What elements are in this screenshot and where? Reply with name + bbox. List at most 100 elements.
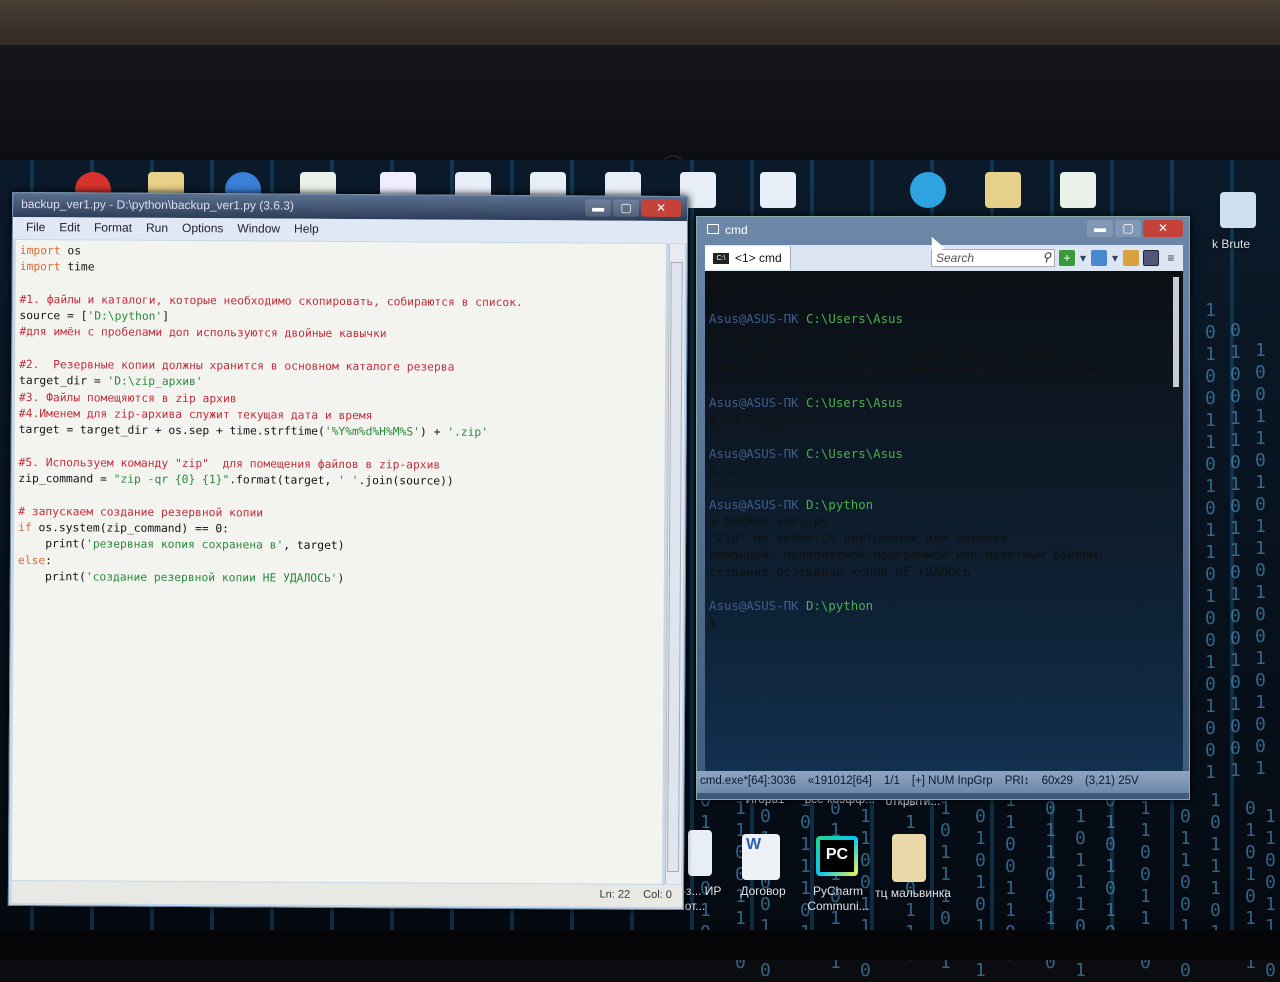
- code-token: '%Y%m%d%H%M%S': [324, 425, 421, 439]
- image-file-icon[interactable]: [1220, 192, 1256, 228]
- desktop-icon-label[interactable]: k Brute: [1196, 237, 1266, 252]
- code-token: zip_command =: [18, 472, 114, 486]
- code-token: $ D:: [709, 462, 739, 478]
- menu-format[interactable]: Format: [87, 220, 139, 236]
- code-line: Asus@ASUS-ПК D:\python: [709, 497, 1179, 514]
- code-line: "zip" не является внутренней или внешней: [709, 530, 1179, 547]
- code-token: D:\python: [805, 597, 874, 613]
- binary-column: 1010011010110100101001: [1205, 300, 1216, 783]
- code-line: командой, исполняемой программой или пак…: [709, 547, 1179, 564]
- code-token: source = [: [19, 309, 88, 323]
- console-scrollbar[interactable]: [1173, 277, 1179, 387]
- code-line: $ cd D:\python: [709, 412, 1179, 429]
- idle-editor-window: backup_ver1.py - D:\python\backup_ver1.p…: [7, 191, 689, 911]
- window-title: cmd: [725, 223, 748, 237]
- code-token: создание резервной копии НЕ УДАЛОСЬ: [709, 564, 971, 580]
- code-line: $ zip_command: [709, 328, 1179, 345]
- maximize-button[interactable]: ▢: [1115, 220, 1141, 237]
- code-token: :: [45, 553, 53, 567]
- menu-edit[interactable]: Edit: [52, 220, 87, 236]
- code-token: Microsoft Windows [Version 6.1.7601]: [709, 277, 978, 292]
- tab-label: <1> cmd: [735, 251, 782, 265]
- code-token: import: [19, 243, 61, 258]
- status-field: (3,21) 25V: [1084, 775, 1139, 787]
- column-number: Col: 0: [643, 888, 672, 901]
- status-field: 1/1: [883, 775, 900, 787]
- folder-icon[interactable]: [892, 834, 926, 882]
- code-line: командой, исполняемой программой или пак…: [709, 361, 1179, 378]
- code-token: target_dir =: [18, 374, 108, 388]
- code-token: "zip -qr {0} {1}": [113, 472, 230, 487]
- minimize-button[interactable]: ▬: [1087, 220, 1113, 237]
- code-token: if: [18, 521, 32, 535]
- code-token: $: [709, 614, 717, 630]
- split-view-icon[interactable]: [1143, 250, 1159, 266]
- chevron-down-icon[interactable]: ▾: [1111, 250, 1119, 266]
- line-number: Ln: 22: [599, 888, 631, 901]
- lock-icon[interactable]: [1123, 250, 1139, 266]
- code-token: #3. Файлы помещяются в zip архив: [18, 390, 237, 405]
- excel-file-icon[interactable]: [1060, 172, 1096, 208]
- code-token: 'создание резервной копии НЕ УДАЛОСЬ': [85, 570, 338, 585]
- code-token: #для имён с пробелами доп используются д…: [19, 325, 387, 341]
- word-file-icon[interactable]: [760, 172, 796, 208]
- console-window: cmd ▬ ▢ ✕ C:\ <1> cmd Search ⚲ + ▾ ▾ ≡ Mic…: [696, 216, 1190, 800]
- code-line: $ D:: [709, 463, 1179, 480]
- code-editor[interactable]: import os import time #1. файлы и каталоги…: [11, 239, 666, 884]
- code-token: time: [60, 260, 95, 274]
- status-field: PRI↕: [1004, 775, 1030, 787]
- code-token: .format(target,: [229, 473, 339, 488]
- menu-options[interactable]: Options: [175, 221, 230, 237]
- code-line: создание резервной копии НЕ УДАЛОСЬ: [709, 564, 1179, 581]
- code-line: Asus@ASUS-ПК C:\Users\Asus: [709, 395, 1179, 412]
- menu-window[interactable]: Window: [230, 221, 287, 237]
- code-token: Asus@ASUS-ПК: [709, 310, 806, 326]
- window-icon[interactable]: [1091, 250, 1107, 266]
- maximize-button[interactable]: ▢: [613, 199, 640, 217]
- pycharm-badge: PC: [820, 840, 854, 872]
- code-token: ]: [162, 310, 170, 324]
- menu-run[interactable]: Run: [139, 221, 175, 237]
- code-token: .join(source)): [358, 474, 454, 488]
- status-bar: Ln: 22 Col: 0: [11, 880, 682, 908]
- excel-file-icon[interactable]: [688, 830, 712, 876]
- status-field: «191012[64]: [807, 775, 872, 787]
- code-token: C:\Users\Asus: [805, 445, 903, 461]
- new-console-icon[interactable]: +: [1059, 250, 1075, 266]
- close-button[interactable]: ✕: [1143, 220, 1183, 237]
- code-line: Asus@ASUS-ПК C:\Users\Asus: [709, 446, 1179, 463]
- code-token: командой, исполняемой программой или пак…: [709, 361, 1105, 377]
- code-token: ' ': [338, 474, 359, 488]
- search-input[interactable]: Search ⚲: [931, 249, 1055, 267]
- code-token: #1. файлы и каталоги, которые необходимо…: [19, 292, 523, 309]
- desktop-icon-label[interactable]: тц мальвинка: [868, 886, 958, 901]
- minimize-button[interactable]: ▬: [585, 199, 612, 217]
- code-line: $ backup_ver1.py: [709, 513, 1179, 530]
- console-output[interactable]: Microsoft Windows [Version 6.1.7601] Asus…: [705, 271, 1183, 771]
- binary-column: 010011010110100101001: [1230, 320, 1241, 781]
- chevron-down-icon[interactable]: ▾: [1079, 250, 1087, 266]
- code-token: 'D:\python': [87, 309, 163, 324]
- code-token: Asus@ASUS-ПК: [709, 445, 806, 461]
- tab-bar: C:\ <1> cmd Search ⚲ + ▾ ▾ ≡: [705, 245, 1183, 271]
- word-file-icon[interactable]: W: [742, 834, 780, 880]
- code-line: "zip_command" не является внутренней или…: [709, 345, 1179, 362]
- tab-cmd[interactable]: C:\ <1> cmd: [705, 246, 791, 270]
- folder-icon[interactable]: [985, 172, 1021, 208]
- hamburger-menu-icon[interactable]: ≡: [1163, 250, 1179, 266]
- menu-help[interactable]: Help: [287, 222, 326, 238]
- code-token: 'резервная копия сохранена в': [86, 537, 284, 552]
- status-bar: cmd.exe*[64]:3036 «191012[64] 1/1 [+] NUM I…: [697, 771, 1189, 793]
- monitor-bezel-bottom: [0, 930, 1280, 960]
- menu-file[interactable]: File: [19, 220, 52, 236]
- code-token: #5. Используем команду "zip" для помещен…: [18, 455, 441, 472]
- telegram-icon[interactable]: [910, 172, 946, 208]
- search-icon[interactable]: ⚲: [1042, 250, 1051, 264]
- code-token: Asus@ASUS-ПК: [709, 496, 806, 512]
- code-token: $ backup_ver1.py: [709, 513, 829, 529]
- pycharm-icon[interactable]: PC: [816, 836, 858, 876]
- close-button[interactable]: ✕: [641, 199, 682, 218]
